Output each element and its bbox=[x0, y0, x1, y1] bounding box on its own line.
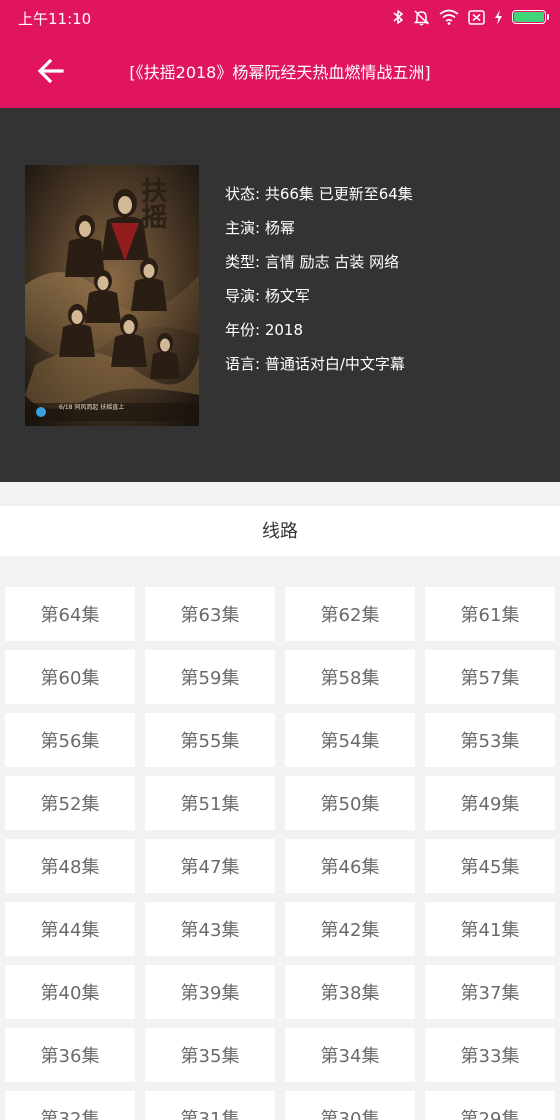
episode-button[interactable]: 第47集 bbox=[145, 839, 275, 893]
episode-button[interactable]: 第52集 bbox=[5, 776, 135, 830]
battery-icon bbox=[512, 10, 549, 24]
episode-button[interactable]: 第61集 bbox=[425, 587, 555, 641]
battery-level bbox=[514, 12, 544, 22]
info-label: 主演 bbox=[225, 219, 256, 237]
episode-button[interactable]: 第30集 bbox=[285, 1091, 415, 1120]
episode-button[interactable]: 第50集 bbox=[285, 776, 415, 830]
episode-button[interactable]: 第48集 bbox=[5, 839, 135, 893]
page-title: [《扶摇2018》杨幂阮经天热血燃情战五洲] bbox=[129, 63, 431, 82]
episode-button[interactable]: 第35集 bbox=[145, 1028, 275, 1082]
status-time: 上午11:10 bbox=[18, 10, 92, 28]
episode-button[interactable]: 第60集 bbox=[5, 650, 135, 704]
episode-button[interactable]: 第42集 bbox=[285, 902, 415, 956]
info-label: 类型 bbox=[225, 253, 256, 271]
episode-button[interactable]: 第41集 bbox=[425, 902, 555, 956]
episode-button[interactable]: 第37集 bbox=[425, 965, 555, 1019]
episode-button[interactable]: 第46集 bbox=[285, 839, 415, 893]
info-cast: 主演: 杨幂 bbox=[225, 219, 295, 237]
info-value: 普通话对白/中文字幕 bbox=[264, 355, 405, 373]
episode-button[interactable]: 第55集 bbox=[145, 713, 275, 767]
status-icons bbox=[392, 7, 549, 27]
episode-button[interactable]: 第29集 bbox=[425, 1091, 555, 1120]
app-header: 上午11:10 [《扶摇2018》杨幂阮经天热血燃情战五洲] bbox=[0, 0, 560, 108]
info-label: 导演 bbox=[225, 287, 256, 305]
episode-button[interactable]: 第59集 bbox=[145, 650, 275, 704]
episode-button[interactable]: 第39集 bbox=[145, 965, 275, 1019]
episode-button[interactable]: 第31集 bbox=[145, 1091, 275, 1120]
info-value: 共66集 已更新至64集 bbox=[264, 185, 413, 203]
episode-button[interactable]: 第43集 bbox=[145, 902, 275, 956]
charging-icon bbox=[494, 9, 503, 25]
info-year: 年份: 2018 bbox=[225, 321, 304, 339]
episode-button[interactable]: 第53集 bbox=[425, 713, 555, 767]
detail-panel: 扶摇 6/18 同风而起 扶摇直上 状态: 共66集 已更新至64集 主演: 杨… bbox=[0, 108, 560, 482]
info-director: 导演: 杨文军 bbox=[225, 287, 310, 305]
episode-button[interactable]: 第57集 bbox=[425, 650, 555, 704]
episode-button[interactable]: 第62集 bbox=[285, 587, 415, 641]
info-list: 状态: 共66集 已更新至64集 主演: 杨幂 类型: 言情 励志 古装 网络 … bbox=[225, 180, 413, 384]
poster-subtitle-text: 6/18 同风而起 扶摇直上 bbox=[59, 404, 125, 411]
episode-button[interactable]: 第58集 bbox=[285, 650, 415, 704]
episode-button[interactable]: 第32集 bbox=[5, 1091, 135, 1120]
episode-button[interactable]: 第38集 bbox=[285, 965, 415, 1019]
episode-button[interactable]: 第63集 bbox=[145, 587, 275, 641]
episode-button[interactable]: 第45集 bbox=[425, 839, 555, 893]
episode-grid: 第64集 第63集 第62集 第61集 第60集 第59集 第58集 第57集 … bbox=[5, 587, 555, 1120]
poster-title-text: 扶摇 bbox=[137, 177, 167, 229]
info-language: 语言: 普通话对白/中文字幕 bbox=[225, 355, 405, 373]
episode-button[interactable]: 第34集 bbox=[285, 1028, 415, 1082]
episode-button[interactable]: 第54集 bbox=[285, 713, 415, 767]
arrow-left-icon bbox=[37, 58, 64, 84]
mute-icon bbox=[413, 9, 430, 26]
poster-image: 扶摇 6/18 同风而起 扶摇直上 bbox=[25, 165, 199, 426]
info-value: 杨文军 bbox=[264, 287, 310, 305]
episode-button[interactable]: 第56集 bbox=[5, 713, 135, 767]
episode-button[interactable]: 第51集 bbox=[145, 776, 275, 830]
episode-button[interactable]: 第36集 bbox=[5, 1028, 135, 1082]
bluetooth-icon bbox=[392, 9, 404, 25]
info-label: 语言 bbox=[225, 355, 256, 373]
episode-button[interactable]: 第44集 bbox=[5, 902, 135, 956]
info-genre: 类型: 言情 励志 古装 网络 bbox=[225, 253, 400, 271]
info-value: 2018 bbox=[264, 321, 304, 339]
info-label: 年份 bbox=[225, 321, 256, 339]
info-label: 状态 bbox=[225, 185, 256, 203]
back-button[interactable] bbox=[36, 56, 72, 86]
wifi-icon bbox=[439, 9, 459, 25]
episode-button[interactable]: 第40集 bbox=[5, 965, 135, 1019]
episode-button[interactable]: 第64集 bbox=[5, 587, 135, 641]
info-value: 言情 励志 古装 网络 bbox=[264, 253, 400, 271]
route-tab[interactable]: 线路 bbox=[0, 506, 560, 556]
info-value: 杨幂 bbox=[264, 219, 295, 237]
status-bar: 上午11:10 bbox=[0, 0, 560, 34]
episode-button[interactable]: 第33集 bbox=[425, 1028, 555, 1082]
sim-icon bbox=[468, 9, 485, 25]
episode-button[interactable]: 第49集 bbox=[425, 776, 555, 830]
info-status: 状态: 共66集 已更新至64集 bbox=[225, 185, 413, 203]
